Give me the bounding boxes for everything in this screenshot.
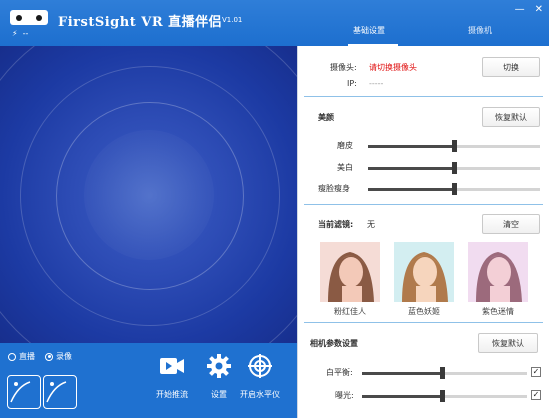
smooth-label: 磨皮 <box>337 141 353 150</box>
crosshair-icon <box>248 354 272 378</box>
vr-logo-icon <box>10 10 48 25</box>
gear-icon <box>207 354 231 378</box>
ip-value: ----- <box>369 79 384 88</box>
app-version: V1.01 <box>222 16 243 24</box>
filter-label-purple: 紫色迷情 <box>482 307 514 316</box>
divider <box>304 96 543 97</box>
tab-basic-settings[interactable]: 基础设置 <box>353 25 385 36</box>
filter-thumbnail-blue[interactable] <box>394 242 454 302</box>
filter-thumbnail-pink[interactable] <box>320 242 380 302</box>
connection-status: ⚡ -- <box>12 29 28 38</box>
level-button[interactable]: 开启水平仪 <box>240 353 280 400</box>
title-bar: FirstSight VR 直播伴侣 V1.01 ⚡ -- — ✕ 基础设置 摄… <box>0 0 549 46</box>
ip-label: IP: <box>347 79 357 88</box>
radio-live-dot <box>8 352 16 361</box>
radio-record[interactable]: 录像 <box>45 351 72 362</box>
settings-panel: 摄像头: 请切换摄像头 切换 IP: ----- 美颜 恢复默认 磨皮 美白 瘦… <box>297 46 549 418</box>
app-title: FirstSight VR 直播伴侣 <box>58 15 223 30</box>
minimize-button[interactable]: — <box>515 4 525 15</box>
slim-label: 瘦脸瘦身 <box>318 184 350 193</box>
radio-record-label: 录像 <box>56 352 72 361</box>
exposure-slider[interactable] <box>362 390 527 402</box>
start-stream-button[interactable]: 开始推流 <box>156 353 188 400</box>
divider <box>304 322 543 323</box>
radio-live[interactable]: 直播 <box>8 351 35 362</box>
slim-slider[interactable] <box>368 183 540 195</box>
white-balance-slider-thumb[interactable] <box>440 367 445 379</box>
filter-label-pink: 粉红佳人 <box>334 307 366 316</box>
settings-button[interactable]: 设置 <box>205 353 233 400</box>
camera-params-reset-button[interactable]: 恢复默认 <box>478 333 538 353</box>
radio-record-dot <box>45 352 53 361</box>
level-label: 开启水平仪 <box>240 390 280 399</box>
filter-label-blue: 蓝色妖姬 <box>408 307 440 316</box>
start-stream-label: 开始推流 <box>156 390 188 399</box>
close-button[interactable]: ✕ <box>535 4 543 15</box>
white-balance-label: 白平衡: <box>326 368 353 377</box>
status-text: -- <box>22 29 29 38</box>
camera-value: 请切换摄像头 <box>369 63 417 72</box>
exposure-auto-checkbox[interactable]: ✓ <box>531 390 541 400</box>
beauty-title: 美颜 <box>318 113 334 122</box>
switch-camera-button[interactable]: 切换 <box>482 57 540 77</box>
filter-current: 无 <box>367 220 375 229</box>
camera-params-title: 相机参数设置 <box>310 339 358 348</box>
mode-selector: 直播 录像 <box>8 351 72 362</box>
divider <box>304 204 543 205</box>
camera-label: 摄像头: <box>330 63 357 72</box>
control-bar: 直播 录像 开始推流 设置 开启水平仪 <box>0 343 297 418</box>
lightning-icon: ⚡ <box>12 29 18 38</box>
whiten-slider[interactable] <box>368 162 540 174</box>
tab-camera[interactable]: 摄像机 <box>468 25 492 36</box>
whiten-label: 美白 <box>337 163 353 172</box>
exposure-label: 曝光: <box>335 391 354 400</box>
video-camera-icon <box>160 358 184 374</box>
exposure-slider-thumb[interactable] <box>440 390 445 402</box>
beauty-reset-button[interactable]: 恢复默认 <box>482 107 540 127</box>
vr-view-toggle[interactable] <box>7 375 77 409</box>
filter-thumbnail-purple[interactable] <box>468 242 528 302</box>
video-preview[interactable] <box>0 46 297 343</box>
right-eye-view-icon <box>43 375 77 409</box>
radio-live-label: 直播 <box>19 352 35 361</box>
settings-label: 设置 <box>211 390 227 399</box>
settings-tabs: 基础设置 摄像机 <box>298 20 549 46</box>
smooth-slider[interactable] <box>368 140 540 152</box>
left-eye-view-icon <box>7 375 41 409</box>
slim-slider-thumb[interactable] <box>452 183 457 195</box>
smooth-slider-thumb[interactable] <box>452 140 457 152</box>
white-balance-slider[interactable] <box>362 367 527 379</box>
white-balance-auto-checkbox[interactable]: ✓ <box>531 367 541 377</box>
whiten-slider-thumb[interactable] <box>452 162 457 174</box>
clear-filter-button[interactable]: 清空 <box>482 214 540 234</box>
filter-label: 当前滤镜: <box>318 220 354 229</box>
